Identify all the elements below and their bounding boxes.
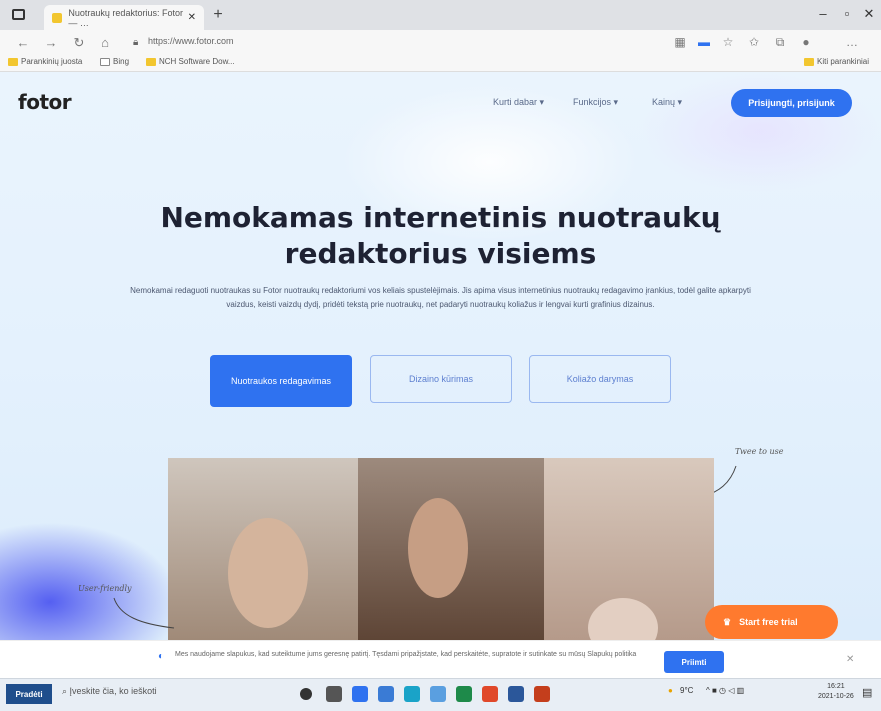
bookmark-label: NCH Software Dow...	[159, 57, 235, 66]
clock-time: 16:21	[827, 683, 845, 690]
new-tab-icon[interactable]: +	[208, 7, 228, 25]
annotation-left: User-friendly	[78, 584, 132, 593]
edit-photo-button[interactable]: Nuotraukos redagavimas	[210, 355, 352, 407]
notifications-icon[interactable]: ▤	[862, 686, 872, 699]
weather-temp: 9°C	[680, 686, 694, 695]
annotation-arrow-left	[113, 597, 175, 629]
search-placeholder: Įveskite čia, ko ieškoti	[69, 686, 157, 696]
taskbar-app-icon[interactable]	[430, 686, 446, 702]
taskbar-app-icon[interactable]	[378, 686, 394, 702]
make-collage-button[interactable]: Koliažo darymas	[529, 355, 671, 403]
cortana-icon[interactable]	[300, 688, 312, 700]
bookmark-bing[interactable]: Bing	[100, 57, 129, 66]
bookmarks-bar	[0, 56, 881, 72]
folder-icon	[8, 57, 18, 66]
create-design-button[interactable]: Dizaino kūrimas	[370, 355, 512, 403]
task-view-icon[interactable]	[326, 686, 342, 702]
home-icon[interactable]: ⌂	[96, 35, 114, 50]
refresh-icon[interactable]: ↻	[70, 35, 88, 51]
clock-date: 2021-10-26	[818, 693, 854, 700]
page-title: Nemokamas internetinis nuotraukų redakto…	[100, 200, 781, 272]
login-button[interactable]: Prisijungti, prisijunk	[731, 89, 852, 117]
maximize-icon[interactable]: ▫	[836, 6, 858, 21]
bookmark-other[interactable]: Kiti parankiniai	[804, 57, 869, 66]
close-window-icon[interactable]: ✕	[858, 6, 880, 22]
cookie-icon: ◐	[158, 651, 165, 662]
cookie-banner	[0, 640, 881, 678]
weather-icon[interactable]: ●	[668, 686, 673, 695]
favorites-add-icon[interactable]: ☆	[720, 35, 736, 49]
nav-create[interactable]: Kurti dabar ▾	[493, 97, 544, 108]
taskbar-app-icon[interactable]	[352, 686, 368, 702]
folder-icon	[804, 57, 814, 66]
excel-icon[interactable]	[456, 686, 472, 702]
favorites-icon[interactable]: ✩	[746, 35, 762, 49]
chrome-icon[interactable]	[482, 686, 498, 702]
cookie-close-icon[interactable]: ✕	[846, 654, 854, 665]
web-page: fotor Kurti dabar ▾ Funkcijos ▾ Kainų ▾ …	[0, 72, 881, 640]
fotor-favicon-icon	[52, 12, 63, 23]
tab-actions-icon[interactable]	[12, 9, 25, 20]
free-trial-button[interactable]: ♛ Start free trial	[705, 605, 838, 639]
word-icon[interactable]	[508, 686, 524, 702]
tab-title: Nuotraukų redaktorius: Fotor — …	[68, 7, 183, 28]
clock[interactable]: 16:21 2021-10-26	[818, 682, 854, 702]
title-line-1: Nemokamas internetinis nuotraukų	[160, 201, 721, 234]
profile-icon[interactable]: ●	[798, 35, 814, 49]
collections-icon[interactable]: ⧉	[772, 35, 788, 50]
annotation-right: Twee to use	[735, 447, 784, 456]
powerpoint-icon[interactable]	[534, 686, 550, 702]
bookmark-label: Kiti parankiniai	[817, 57, 870, 66]
cookie-accept-button[interactable]: Priimti	[664, 651, 724, 673]
tray-icons[interactable]: ^ ■ ◷ ◁ ▥	[706, 686, 744, 695]
forward-icon[interactable]: →	[42, 35, 60, 50]
taskbar-search[interactable]: ⌕ Įveskite čia, ko ieškoti	[62, 686, 157, 697]
page-icon	[100, 57, 110, 66]
close-tab-icon[interactable]: ✕	[188, 12, 196, 23]
fotor-logo[interactable]: fotor	[18, 90, 72, 114]
title-line-2: redaktorius visiems	[284, 237, 597, 270]
search-icon: ⌕	[62, 686, 70, 696]
edge-icon[interactable]	[404, 686, 420, 702]
hero-subtitle: Nemokamai redaguoti nuotraukas su Fotor …	[130, 286, 751, 309]
extension-icon[interactable]: ▬	[696, 35, 712, 49]
nav-pricing[interactable]: Kainų ▾	[652, 97, 682, 108]
minimize-icon[interactable]: –	[812, 6, 834, 21]
browser-tab[interactable]: Nuotraukų redaktorius: Fotor — … ✕	[44, 5, 204, 30]
free-trial-label: Start free trial	[739, 617, 798, 627]
cookie-text: Mes naudojame slapukus, kad suteiktume j…	[175, 651, 637, 658]
lock-icon: 🔒︎	[133, 37, 139, 48]
reader-view-icon[interactable]: ▦	[672, 35, 688, 49]
start-button[interactable]: Pradėti	[6, 684, 52, 704]
more-icon[interactable]: …	[844, 35, 860, 49]
folder-icon	[146, 57, 156, 66]
url-field[interactable]: https://www.fotor.com	[148, 36, 234, 46]
hero-photo-collage	[168, 458, 714, 640]
nav-features[interactable]: Funkcijos ▾	[573, 97, 618, 108]
bookmark-label: Parankinių juosta	[21, 57, 83, 66]
bookmark-folder[interactable]: Parankinių juosta	[8, 57, 82, 66]
crown-icon: ♛	[723, 616, 732, 627]
bookmark-nch[interactable]: NCH Software Dow...	[146, 57, 235, 66]
bookmark-label: Bing	[113, 57, 130, 66]
back-icon[interactable]: ←	[14, 35, 32, 50]
